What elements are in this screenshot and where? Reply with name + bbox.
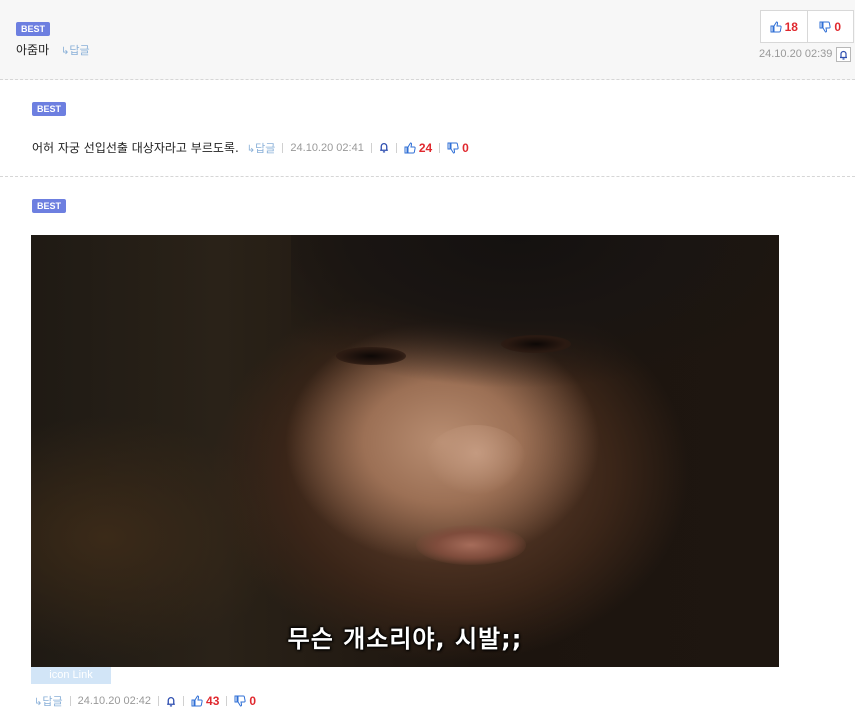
comment-meta: ↳답글 24.10.20 02:42 43 0 <box>34 693 256 709</box>
downvote-count: 0 <box>834 19 842 34</box>
divider <box>395 142 397 153</box>
upvote-count: 43 <box>206 694 220 708</box>
comment-body: 어허 자궁 선입선출 대상자라고 부르도록. <box>32 141 239 155</box>
thumbs-up-icon <box>191 695 203 707</box>
downvote-button[interactable]: 0 <box>447 141 469 155</box>
comment-body: 아줌마 <box>16 43 50 57</box>
best-badge: BEST <box>32 102 67 116</box>
reply-label: 답글 <box>69 44 90 57</box>
comment-1: BEST 아줌마 ↳답글 18 0 24.10.20 02:39 <box>0 0 855 80</box>
image-mouth-shape <box>416 525 526 565</box>
comment-text: 아줌마 ↳답글 <box>16 41 90 58</box>
reply-label: 답글 <box>42 695 63 708</box>
best-badge: BEST <box>32 199 67 213</box>
best-badge: BEST <box>16 22 51 36</box>
image-eye-shape <box>336 347 406 365</box>
reply-link[interactable]: ↳답글 <box>61 43 90 57</box>
divider <box>226 696 228 706</box>
vote-box: 18 0 <box>760 10 854 43</box>
divider <box>370 142 372 153</box>
reply-arrow-icon: ↳ <box>246 143 256 155</box>
reply-link[interactable]: ↳답글 <box>247 140 276 156</box>
divider <box>158 696 160 706</box>
icon-link[interactable]: icon Link <box>31 667 111 684</box>
upvote-button[interactable]: 43 <box>191 694 219 708</box>
comment-2: BEST 어허 자궁 선입선출 대상자라고 부르도록. ↳답글 24.10.20… <box>0 80 855 177</box>
image-hair-shape <box>291 235 779 405</box>
comment-date: 24.10.20 02:39 <box>759 48 833 60</box>
reply-link[interactable]: ↳답글 <box>34 693 63 709</box>
upvote-button[interactable]: 18 <box>761 11 807 42</box>
report-button[interactable] <box>836 47 851 62</box>
upvote-count: 18 <box>784 19 798 34</box>
comment-line: 어허 자궁 선입선출 대상자라고 부르도록. ↳답글 24.10.20 02:4… <box>32 139 469 156</box>
image-eye-shape <box>501 335 571 353</box>
bell-report-icon[interactable] <box>166 696 176 707</box>
divider <box>183 696 185 706</box>
downvote-count: 0 <box>462 140 469 155</box>
thumbs-down-icon <box>447 142 459 154</box>
thumbs-up-icon <box>404 141 416 154</box>
downvote-count: 0 <box>249 694 257 708</box>
thumbs-down-icon <box>819 21 832 33</box>
image-subtitle: 무슨 개소리야, 시발;; <box>287 625 523 653</box>
upvote-button[interactable]: 24 <box>404 141 432 155</box>
thumbs-up-icon <box>770 20 782 33</box>
comment-3: BEST 무슨 개소리야, 시발;; icon Link ↳답글 24.10.2… <box>0 177 855 726</box>
reply-label: 답글 <box>255 141 276 155</box>
downvote-button[interactable]: 0 <box>806 11 854 42</box>
divider <box>439 142 441 153</box>
bell-report-icon[interactable] <box>379 142 389 153</box>
divider <box>69 696 71 706</box>
divider <box>282 142 284 153</box>
comment-date: 24.10.20 02:41 <box>290 141 364 154</box>
thumbs-down-icon <box>234 695 247 707</box>
downvote-button[interactable]: 0 <box>234 694 256 708</box>
bell-report-icon <box>839 50 848 60</box>
comment-date: 24.10.20 02:42 <box>77 695 152 707</box>
image-nose-shape <box>426 425 526 495</box>
upvote-count: 24 <box>418 140 433 155</box>
comment-image[interactable]: 무슨 개소리야, 시발;; <box>31 235 779 667</box>
